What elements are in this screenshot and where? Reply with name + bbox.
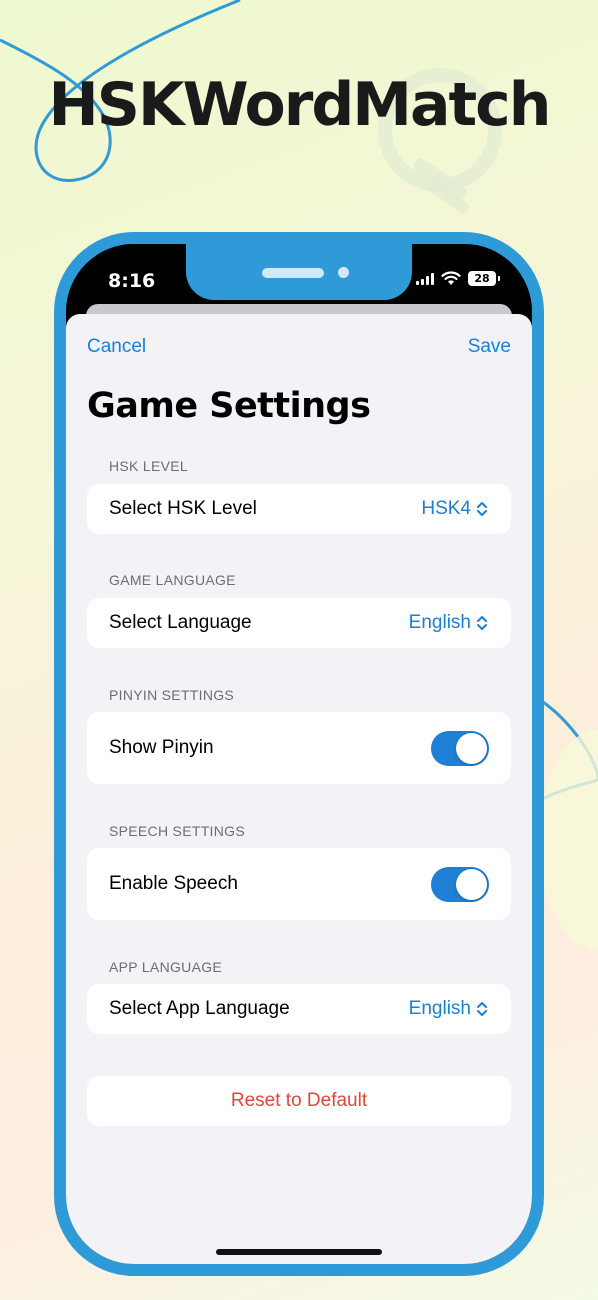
row-label: Show Pinyin: [109, 737, 214, 758]
row-label: Select App Language: [109, 998, 290, 1019]
speaker-pill: [262, 268, 324, 278]
page-title: Game Settings: [87, 386, 371, 426]
row-label: Select HSK Level: [109, 498, 257, 519]
toggle-knob: [456, 868, 487, 900]
battery-icon: 28: [468, 271, 500, 286]
section-header-hsk-level: HSK LEVEL: [109, 458, 188, 474]
toggle-knob: [456, 732, 487, 764]
enable-speech-toggle[interactable]: [431, 866, 489, 902]
wifi-icon: [441, 271, 461, 285]
hsk-level-picker[interactable]: Select HSK Level HSK4: [87, 484, 511, 534]
picker-value: HSK4: [421, 498, 471, 519]
promo-headline: HSKWordMatch: [48, 70, 552, 140]
cancel-button[interactable]: Cancel: [87, 336, 146, 358]
game-language-value[interactable]: English: [409, 612, 489, 634]
section-header-game-language: GAME LANGUAGE: [109, 572, 236, 588]
chevron-up-down-icon: [477, 502, 487, 516]
section-header-app-language: APP LANGUAGE: [109, 959, 223, 975]
status-icons: 28: [416, 271, 500, 286]
show-pinyin-toggle[interactable]: [431, 730, 489, 766]
picker-value: English: [408, 998, 471, 1019]
picker-value: English: [408, 612, 471, 633]
reset-to-default-button[interactable]: Reset to Default: [87, 1076, 511, 1126]
row-label: Select Language: [109, 612, 252, 633]
hsk-level-value[interactable]: HSK4: [421, 498, 489, 520]
phone-frame: 8:16 28 Cancel Save Game Settings HSK LE…: [54, 232, 544, 1276]
section-header-pinyin-settings: PINYIN SETTINGS: [109, 687, 235, 703]
chevron-up-down-icon: [477, 616, 487, 630]
home-indicator: [216, 1249, 382, 1255]
settings-sheet: Cancel Save Game Settings HSK LEVEL Sele…: [66, 314, 532, 1264]
app-language-value[interactable]: English: [409, 998, 489, 1020]
game-language-picker[interactable]: Select Language English: [87, 598, 511, 648]
row-label: Enable Speech: [109, 873, 238, 894]
app-language-picker[interactable]: Select App Language English: [87, 984, 511, 1034]
status-time: 8:16: [108, 270, 156, 292]
section-header-speech-settings: SPEECH SETTINGS: [109, 823, 245, 839]
save-button[interactable]: Save: [468, 336, 511, 358]
dynamic-island: [186, 244, 412, 300]
cellular-signal-icon: [416, 272, 434, 285]
chevron-up-down-icon: [477, 1002, 487, 1016]
enable-speech-row: Enable Speech: [87, 848, 511, 920]
show-pinyin-row: Show Pinyin: [87, 712, 511, 784]
phone-screen: 8:16 28 Cancel Save Game Settings HSK LE…: [66, 244, 532, 1264]
camera-dot: [338, 267, 349, 278]
